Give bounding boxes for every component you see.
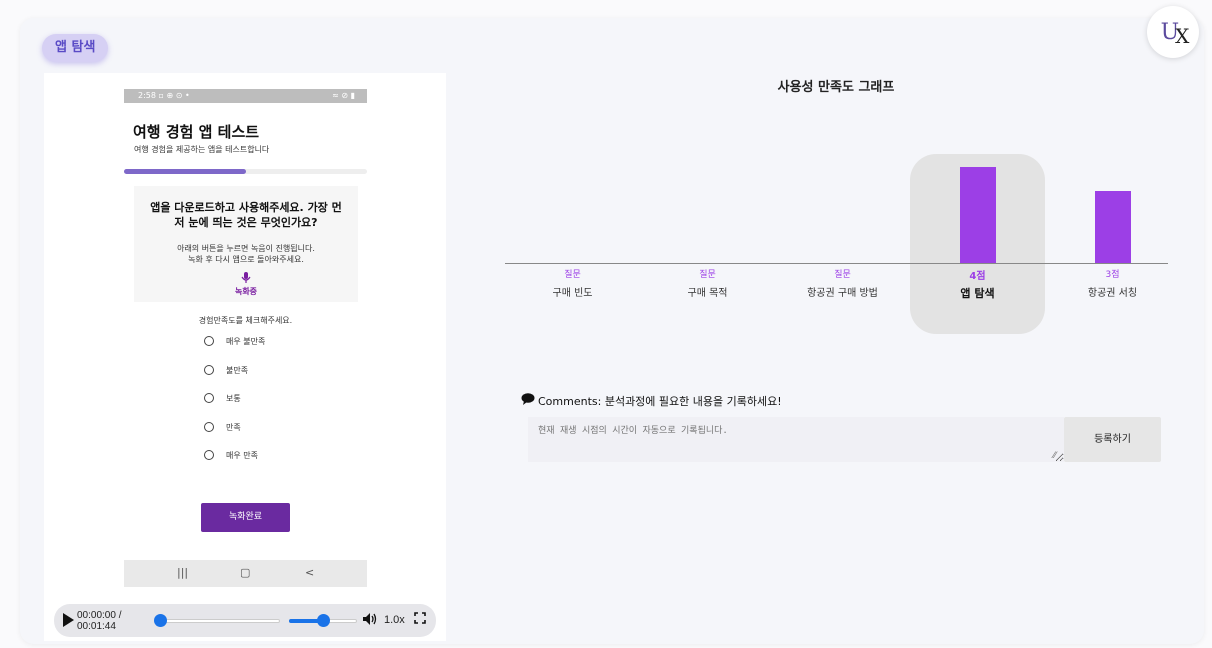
playback-speed[interactable]: 1.0x (384, 614, 405, 626)
phone-subtitle: 여행 경험을 제공하는 앱을 테스트합니다 (134, 145, 270, 154)
satisfaction-chart: 질문 구매 빈도 질문 구매 목적 질문 항공권 구매 방법 4점 앱 탐색 3점 항공권 서칭 (505, 100, 1168, 350)
volume-thumb[interactable] (317, 614, 330, 627)
total-duration: 00:01:44 (77, 621, 116, 632)
option-label: 보통 (226, 393, 241, 403)
score-label: 질문 (834, 270, 851, 280)
recording-label: 녹화중 (234, 287, 258, 296)
microphone-icon (240, 272, 252, 284)
option-label: 만족 (226, 422, 241, 432)
score-label: 4점 (969, 271, 986, 282)
question-box: 앱을 다운로드하고 사용해주세요. 가장 먼저 눈에 띄는 것은 무엇인가요? … (134, 186, 358, 302)
speech-bubble-icon (521, 393, 535, 408)
status-left: 2:58 ▫ ⊕ ⊙ • (138, 91, 190, 100)
radio-circle[interactable] (204, 365, 214, 375)
current-time: 00:00:00 / (77, 610, 122, 621)
logo-letter-x: X (1175, 24, 1189, 48)
seek-thumb[interactable] (154, 614, 167, 627)
video-panel: 2:58 ▫ ⊕ ⊙ • ≈ ⊘ ▮ 여행 경험 앱 테스트 여행 경험을 제공… (44, 73, 446, 641)
home-icon[interactable]: ▢ (240, 566, 250, 579)
submit-comment-button[interactable]: 등록하기 (1064, 417, 1161, 462)
volume-icon[interactable] (362, 612, 378, 629)
hint-text: 아래의 버튼을 누르면 녹음이 진행됩니다. 녹화 후 다시 앱으로 돌아와주세… (144, 243, 348, 265)
score-label: 3점 (1105, 270, 1120, 280)
logo-letter-u: U (1160, 19, 1179, 45)
radio-circle[interactable] (204, 336, 214, 346)
radio-circle[interactable] (204, 450, 214, 460)
resize-grip-icon[interactable]: ⁄⁄ (1053, 451, 1056, 461)
hint-line-1: 아래의 버튼을 누르면 녹음이 진행됩니다. (177, 244, 315, 253)
category-label[interactable]: 구매 빈도 (505, 284, 640, 299)
category-label[interactable]: 구매 목적 (640, 284, 775, 299)
category-label[interactable]: 항공권 서칭 (1045, 284, 1180, 299)
chart-title: 사용성 만족도 그래프 (777, 80, 895, 95)
phone-status-bar: 2:58 ▫ ⊕ ⊙ • ≈ ⊘ ▮ (124, 89, 367, 103)
x-axis-line (505, 263, 1168, 264)
section-chip[interactable]: 앱 탐색 (42, 34, 109, 62)
seek-bar[interactable] (156, 619, 280, 623)
survey-progress-fill (124, 169, 246, 174)
option-neutral[interactable]: 보통 (204, 391, 241, 405)
video-player-controls: 00:00:00 / 00:01:44 1.0x (54, 604, 436, 637)
bar-4[interactable] (1094, 191, 1131, 263)
score-label: 질문 (564, 270, 581, 280)
question-text: 앱을 다운로드하고 사용해주세요. 가장 먼저 눈에 띄는 것은 무엇인가요? (150, 201, 342, 229)
option-label: 불만족 (226, 365, 249, 375)
comments-label: Comments: 분석과정에 필요한 내용을 기록하세요! (521, 393, 782, 409)
option-label: 매우 만족 (226, 450, 258, 460)
status-right: ≈ ⊘ ▮ (332, 91, 355, 100)
fullscreen-icon[interactable] (414, 612, 426, 627)
radio-circle[interactable] (204, 393, 214, 403)
bar-3[interactable] (959, 167, 996, 263)
recording-done-button[interactable]: 녹화완료 (201, 503, 290, 532)
score-label: 질문 (699, 270, 716, 280)
survey-progress-bar (124, 169, 367, 174)
category-label[interactable]: 앱 탐색 (910, 285, 1045, 301)
option-label: 매우 불만족 (226, 336, 266, 346)
phone-title: 여행 경험 앱 테스트 (133, 123, 260, 141)
back-icon[interactable]: < (305, 566, 314, 579)
option-satisfied[interactable]: 만족 (204, 420, 241, 434)
ux-logo[interactable]: UX (1147, 6, 1199, 58)
hint-line-2: 녹화 후 다시 앱으로 돌아와주세요. (188, 255, 304, 264)
comments-label-text: Comments: 분석과정에 필요한 내용을 기록하세요! (538, 395, 782, 408)
time-readout: 00:00:00 / 00:01:44 (77, 610, 121, 632)
play-icon[interactable] (63, 613, 74, 627)
recents-icon[interactable]: ||| (177, 566, 188, 579)
option-very-dissatisfied[interactable]: 매우 불만족 (204, 334, 265, 348)
comment-input[interactable] (528, 417, 1064, 462)
option-dissatisfied[interactable]: 불만족 (204, 363, 248, 377)
android-nav-bar: ||| ▢ < (124, 560, 367, 587)
radio-circle[interactable] (204, 422, 214, 432)
scale-prompt: 경험만족도를 체크해주세요. (198, 316, 293, 325)
phone-screen: 2:58 ▫ ⊕ ⊙ • ≈ ⊘ ▮ 여행 경험 앱 테스트 여행 경험을 제공… (124, 89, 367, 587)
category-label[interactable]: 항공권 구매 방법 (775, 284, 910, 299)
option-very-satisfied[interactable]: 매우 만족 (204, 448, 258, 462)
